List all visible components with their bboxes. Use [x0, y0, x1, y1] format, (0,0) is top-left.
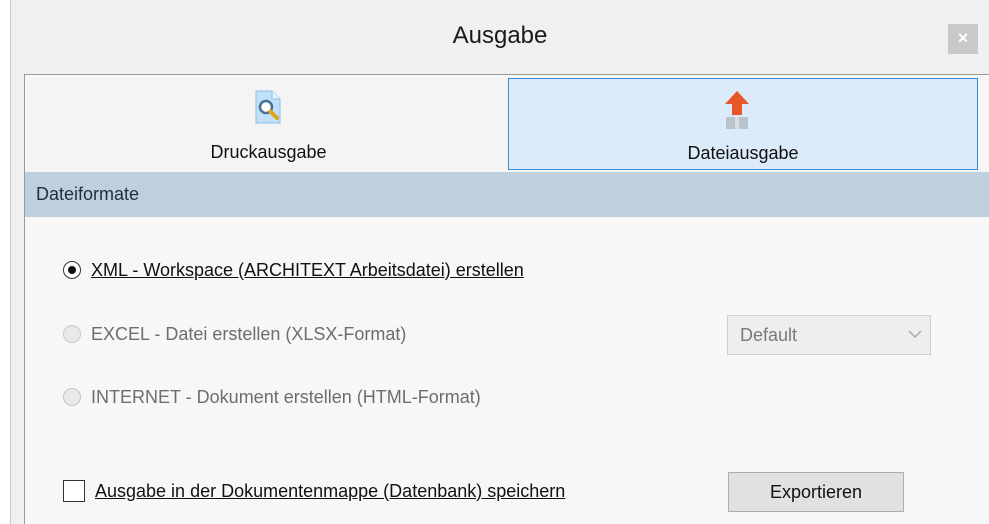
dialog-title: Ausgabe — [452, 22, 548, 49]
option-xml-workspace[interactable]: XML - Workspace (ARCHITEXT Arbeitsdatei)… — [63, 257, 524, 283]
option-xml-workspace-label: XML - Workspace (ARCHITEXT Arbeitsdatei)… — [91, 259, 524, 280]
format-template-value: Default — [740, 325, 798, 345]
tab-print-output[interactable]: Druckausgabe — [27, 78, 510, 170]
tab-file-output[interactable]: Dateiausgabe — [508, 78, 978, 170]
file-formats-header: Dateiformate — [25, 172, 989, 217]
save-to-document-folder-label: Ausgabe in der Dokumentenmappe (Datenban… — [95, 480, 566, 501]
close-button[interactable]: × — [948, 24, 978, 54]
output-dialog: Ausgabe × Druckausgabe Dateiausgabe Date… — [10, 0, 989, 524]
title-bar: Ausgabe × — [11, 0, 989, 74]
save-to-document-folder-checkbox[interactable] — [63, 480, 85, 502]
tab-print-output-label: Druckausgabe — [210, 142, 327, 162]
chevron-down-icon — [908, 330, 922, 339]
radio-xml-workspace[interactable] — [63, 261, 81, 279]
file-export-icon — [725, 91, 749, 129]
export-button[interactable]: Exportieren — [728, 472, 904, 512]
option-excel[interactable]: EXCEL - Datei erstellen (XLSX-Format) — [63, 321, 406, 347]
close-icon: × — [957, 28, 969, 48]
radio-excel[interactable] — [63, 325, 81, 343]
option-internet[interactable]: INTERNET - Dokument erstellen (HTML-Form… — [63, 384, 481, 410]
print-preview-icon — [255, 90, 281, 124]
radio-internet[interactable] — [63, 388, 81, 406]
tab-file-output-label: Dateiausgabe — [687, 143, 799, 163]
option-excel-label: EXCEL - Datei erstellen (XLSX-Format) — [91, 323, 407, 344]
format-template-select[interactable]: Default — [727, 315, 931, 355]
dialog-content: Druckausgabe Dateiausgabe Dateiformate X… — [24, 74, 989, 524]
save-to-document-folder-option[interactable]: Ausgabe in der Dokumentenmappe (Datenban… — [63, 480, 565, 502]
option-internet-label: INTERNET - Dokument erstellen (HTML-Form… — [91, 386, 481, 407]
